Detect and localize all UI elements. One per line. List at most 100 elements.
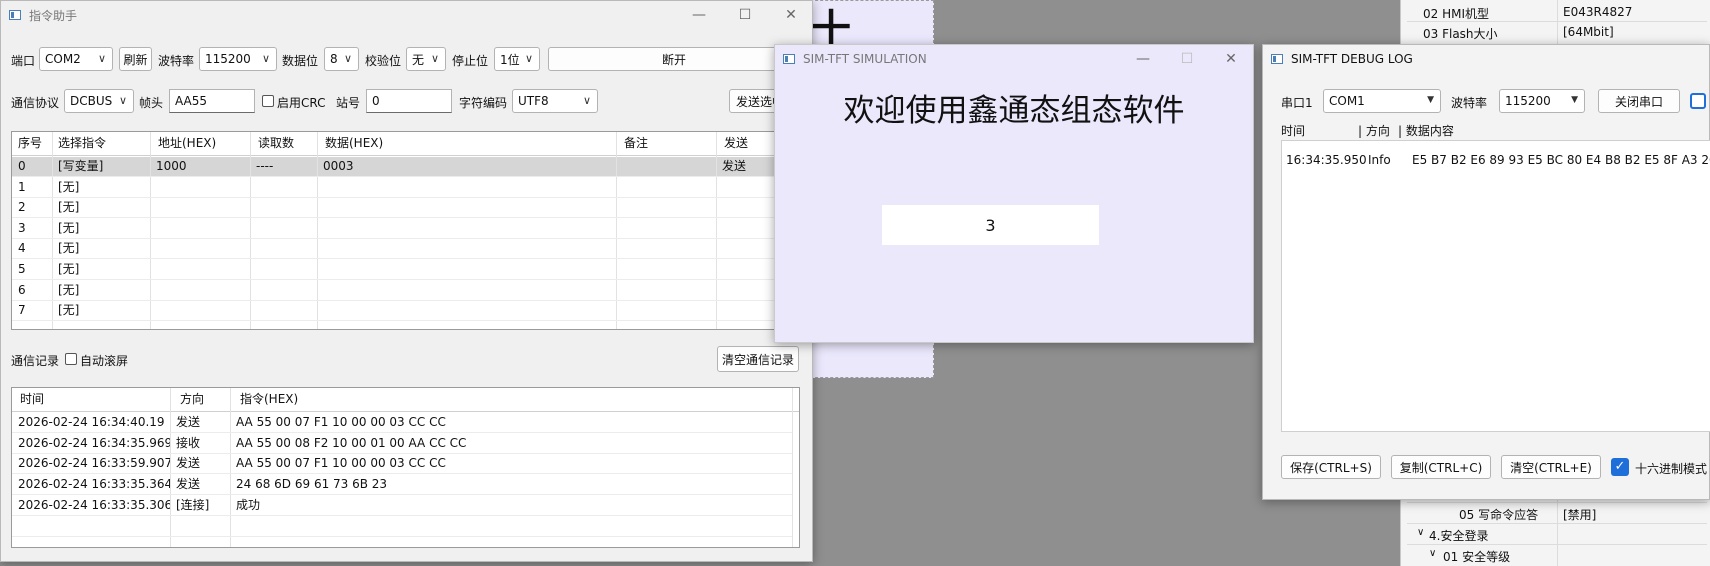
log-cell: 发送	[176, 415, 201, 429]
baud-label: 波特率	[1451, 96, 1488, 110]
close-icon[interactable]: ✕	[769, 1, 813, 29]
autoscroll-checkbox[interactable]	[65, 353, 77, 365]
column-header[interactable]: 方向	[174, 390, 224, 409]
log-row[interactable]: 2026-02-24 16:34:40.19 发送 AA 55 00 07 F1 1…	[12, 413, 792, 433]
tree-row-value: [禁用]	[1563, 508, 1597, 522]
protocol-select[interactable]: DCBUS ∨	[64, 89, 134, 113]
maximize-icon[interactable]: ☐	[1165, 45, 1209, 73]
column-header[interactable]: 读取数	[252, 134, 318, 153]
table-row[interactable]: 6 [无]	[12, 281, 799, 301]
log-row[interactable]: 2026-02-24 16:33:35.306 [连接] 成功	[12, 496, 792, 516]
port-select[interactable]: COM2 ∨	[39, 47, 113, 71]
clear-button[interactable]: 清空(CTRL+E)	[1501, 455, 1601, 479]
title-bar[interactable]: 指令助手 — ☐ ✕	[1, 1, 812, 29]
title-bar[interactable]: SIM-TFT SIMULATION — ☐ ✕	[775, 45, 1253, 73]
log-cell: 24 68 6D 69 61 73 6B 23	[236, 477, 388, 492]
title-bar[interactable]: SIM-TFT DEBUG LOG	[1263, 45, 1709, 73]
log-cell: 2026-02-24 16:34:35.969	[18, 435, 170, 450]
databits-label: 数据位	[282, 54, 319, 68]
copy-button[interactable]: 复制(CTRL+C)	[1391, 455, 1491, 479]
table-row[interactable]: 0 [写变量] 1000 ---- 0003 发送	[12, 157, 799, 177]
log-row[interactable]: 2026-02-24 16:34:35.969 接收 AA 55 00 08 F2 …	[12, 434, 792, 454]
table-cell: 5	[18, 262, 26, 276]
option-checkbox[interactable]	[1690, 93, 1706, 109]
table-row[interactable]: 2 [无]	[12, 198, 799, 219]
crc-label: 启用CRC	[277, 96, 326, 110]
window-title: SIM-TFT SIMULATION	[803, 52, 927, 66]
station-input[interactable]: 0	[366, 89, 452, 113]
column-header[interactable]: 数据(HEX)	[319, 134, 469, 153]
table-row[interactable]: 7 [无]	[12, 301, 799, 322]
parity-value: 无	[412, 52, 425, 67]
disconnect-button[interactable]: 断开	[548, 47, 800, 71]
protocol-label: 通信协议	[11, 96, 60, 110]
encoding-value: UTF8	[518, 94, 549, 108]
app-icon	[783, 54, 795, 64]
minimize-icon[interactable]: —	[677, 1, 721, 29]
log-row[interactable]: 2026-02-24 16:33:59.907 发送 AA 55 00 07 F1 …	[12, 454, 792, 475]
value-display[interactable]: 3	[882, 205, 1099, 245]
log-time: 16:34:35.950	[1286, 153, 1367, 167]
parity-select[interactable]: 无 ∨	[406, 47, 446, 71]
app-icon	[9, 10, 21, 20]
chevron-down-icon[interactable]: ∨	[1417, 527, 1424, 538]
encoding-select[interactable]: UTF8 ∨	[512, 89, 598, 113]
databits-select[interactable]: 8 ∨	[324, 47, 359, 71]
log-data: E5 B7 B2 E6 89 93 E5 BC 80 E4 B8 B2 E5 8…	[1412, 153, 1710, 167]
tree-row-label: 4.安全登录	[1429, 529, 1489, 543]
column-header[interactable]: 地址(HEX)	[152, 134, 248, 153]
close-icon[interactable]: ✕	[1209, 45, 1253, 73]
refresh-button[interactable]: 刷新	[119, 47, 152, 71]
column-header[interactable]: 指令(HEX)	[234, 390, 534, 409]
tree-row[interactable]: ∨ 4.安全登录	[1407, 523, 1707, 543]
table-cell: [无]	[58, 262, 80, 276]
log-row[interactable]: 2026-02-24 16:33:35.364 发送 24 68 6D 69 61 …	[12, 475, 792, 496]
log-cell: 成功	[236, 497, 261, 512]
simulation-window: SIM-TFT SIMULATION — ☐ ✕ 欢迎使用鑫通态组态软件 3	[774, 44, 1254, 343]
table-row[interactable]: 1 [无]	[12, 178, 799, 198]
stopbits-select[interactable]: 1位 ∨	[494, 47, 540, 71]
column-header[interactable]: 序号	[12, 134, 52, 153]
command-assistant-window: 指令助手 — ☐ ✕ 端口 COM2 ∨ 刷新 波特率 115200 ∨ 数据位…	[0, 0, 813, 562]
table-cell: 1	[18, 179, 26, 194]
table-cell: 6	[18, 282, 26, 297]
header-label: 帧头	[139, 96, 164, 110]
column-header[interactable]: 时间	[14, 390, 164, 409]
tree-row-label: 03 Flash大小	[1423, 27, 1498, 41]
maximize-icon[interactable]: ☐	[723, 1, 767, 29]
table-row[interactable]: 5 [无]	[12, 260, 799, 280]
parity-label: 校验位	[365, 54, 402, 68]
tree-row[interactable]: ∨ 01 安全等级	[1407, 544, 1707, 564]
crc-checkbox[interactable]	[262, 95, 274, 107]
close-port-button[interactable]: 关闭串口	[1598, 89, 1680, 113]
log-cell: AA 55 00 08 F2 10 00 01 00 AA CC CC	[236, 435, 467, 450]
baud-select[interactable]: 115200 ▼	[1499, 89, 1585, 113]
table-row[interactable]: 3 [无]	[12, 219, 799, 239]
header-input[interactable]: AA55	[169, 89, 255, 113]
log-cell: AA 55 00 07 F1 10 00 00 03 CC CC	[236, 456, 446, 471]
table-cell: 0003	[323, 159, 354, 173]
log-cell: 2026-02-24 16:34:40.19	[18, 415, 165, 429]
column-header[interactable]: 备注	[618, 134, 698, 153]
window-title: 指令助手	[29, 8, 78, 23]
table-cell: [无]	[58, 241, 80, 256]
save-button[interactable]: 保存(CTRL+S)	[1281, 455, 1381, 479]
table-cell: 7	[18, 303, 26, 318]
hex-mode-checkbox[interactable]: ✓	[1611, 458, 1629, 476]
chevron-down-icon: ∨	[430, 52, 439, 65]
tree-row[interactable]: 05 写命令应答 [禁用]	[1407, 502, 1707, 522]
chevron-down-icon[interactable]: ∨	[1429, 548, 1436, 559]
table-header: 序号 选择指令 地址(HEX) 读取数 数据(HEX) 备注 发送	[12, 132, 799, 156]
baud-select[interactable]: 115200 ∨	[199, 47, 277, 71]
debug-log-area[interactable]: 16:34:35.950 Info E5 B7 B2 E6 89 93 E5 B…	[1281, 140, 1710, 432]
minimize-icon[interactable]: —	[1121, 45, 1165, 73]
hex-mode-label: 十六进制模式	[1635, 462, 1708, 476]
port-select[interactable]: COM1 ▼	[1323, 89, 1441, 113]
table-header: 时间 方向 指令(HEX)	[12, 388, 799, 412]
chevron-down-icon: ▼	[1571, 95, 1578, 105]
clear-log-button[interactable]: 清空通信记录	[717, 346, 799, 372]
column-header-content: | 数据内容	[1398, 124, 1454, 138]
log-label: 通信记录	[11, 354, 60, 368]
table-row[interactable]: 4 [无]	[12, 239, 799, 260]
column-header[interactable]: 选择指令	[52, 134, 148, 153]
